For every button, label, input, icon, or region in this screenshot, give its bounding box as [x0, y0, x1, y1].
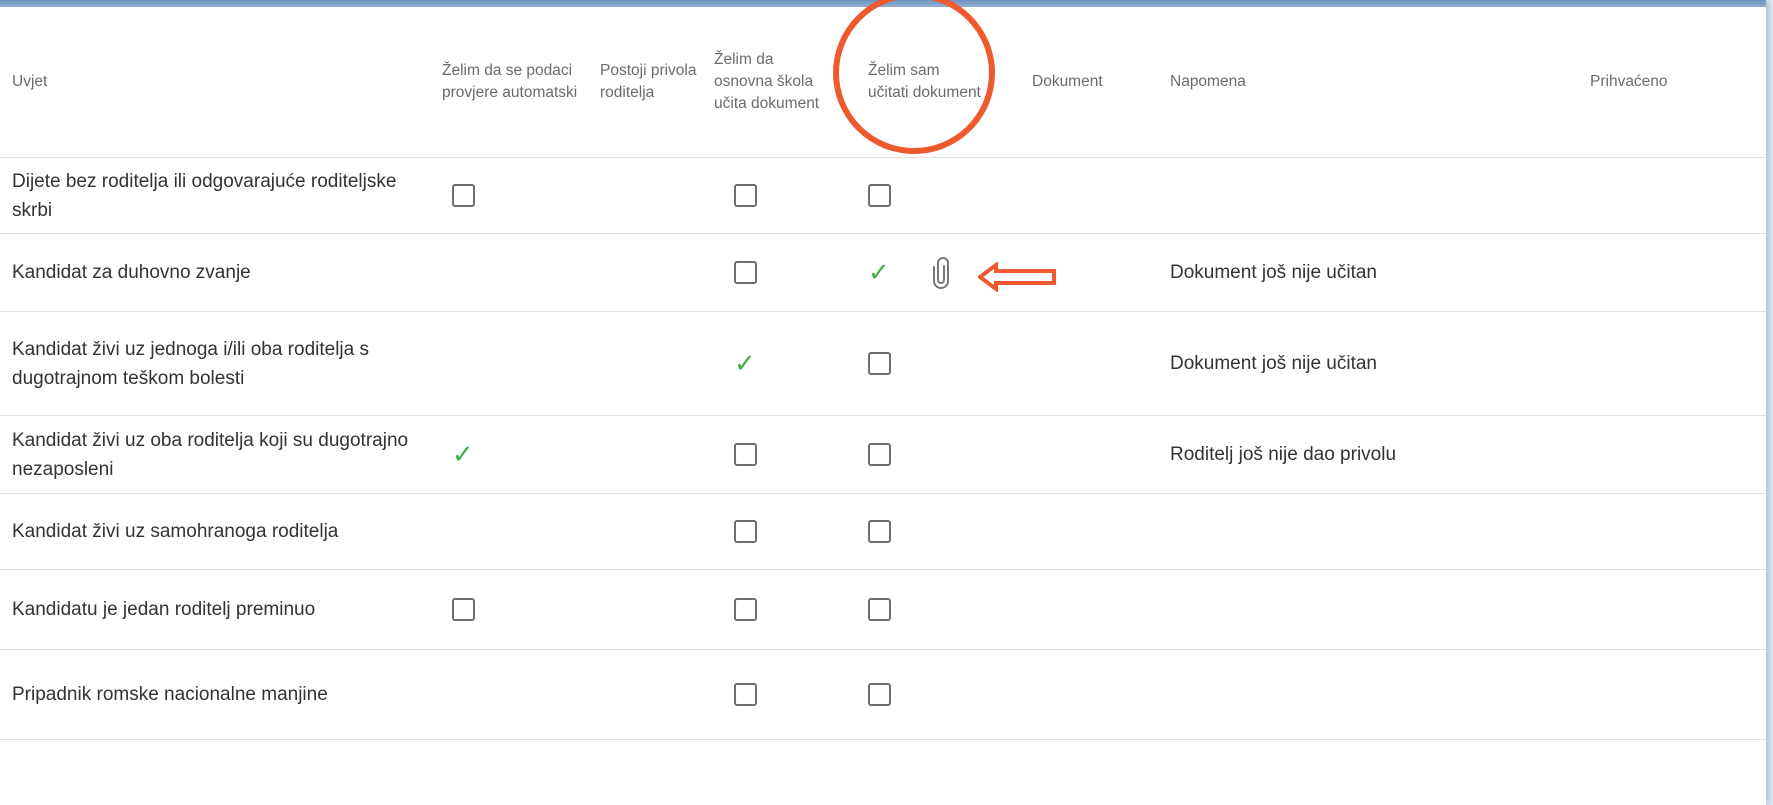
cell-document [996, 415, 1156, 494]
cell-self [846, 649, 996, 740]
cell-accepted [1426, 311, 1766, 416]
cell-accepted [1426, 649, 1766, 740]
cell-auto [438, 493, 600, 570]
condition-label: Kandidat živi uz oba roditelja koji su d… [0, 415, 438, 494]
cell-note [1156, 569, 1426, 650]
cell-document [996, 649, 1156, 740]
cell-consent [600, 569, 712, 650]
cell-note [1156, 493, 1426, 570]
condition-label: Pripadnik romske nacionalne manjine [0, 649, 438, 740]
checkbox-school[interactable] [734, 184, 757, 208]
note-text: Dokument još nije učitan [1170, 262, 1377, 283]
table-row: Kandidat za duhovno zvanje ✓ Dokument još … [0, 233, 1766, 312]
cell-consent [600, 493, 712, 570]
note-text: Dokument još nije učitan [1170, 353, 1377, 374]
cell-consent [600, 649, 712, 740]
cell-auto [438, 311, 600, 416]
cell-consent [600, 157, 712, 234]
cell-accepted [1426, 493, 1766, 570]
table-row: Pripadnik romske nacionalne manjine [0, 649, 1766, 740]
cell-school [712, 493, 846, 570]
cell-note: Dokument još nije učitan [1156, 311, 1426, 416]
col-header-school-upload: Želim da osnovna škola učita dokument [712, 7, 846, 158]
checkbox-school[interactable] [734, 598, 757, 622]
cell-self [846, 311, 996, 416]
checkbox-self[interactable] [868, 683, 891, 707]
cell-school [712, 157, 846, 234]
paperclip-icon[interactable] [932, 256, 950, 289]
note-text: Roditelj još nije dao privolu [1170, 444, 1397, 465]
checkbox-school[interactable] [734, 520, 757, 544]
col-header-condition: Uvjet [0, 7, 438, 158]
check-icon[interactable]: ✓ [734, 351, 756, 377]
col-header-document: Dokument [996, 7, 1156, 158]
cell-accepted [1426, 157, 1766, 234]
cell-note: Roditelj još nije dao privolu [1156, 415, 1426, 494]
checkbox-self[interactable] [868, 184, 891, 208]
panel-top-bar [0, 0, 1766, 7]
cell-self [846, 157, 996, 234]
cell-self [846, 415, 996, 494]
checkbox-self[interactable] [868, 520, 891, 544]
cell-document [996, 569, 1156, 650]
cell-school [712, 649, 846, 740]
cell-document [996, 493, 1156, 570]
check-icon[interactable]: ✓ [452, 442, 474, 468]
condition-label: Kandidat živi uz jednoga i/ili oba rodit… [0, 311, 438, 416]
cell-accepted [1426, 415, 1766, 494]
cell-school [712, 233, 846, 312]
table-header-row: Uvjet Želim da se podaci provjere automa… [0, 7, 1766, 158]
checkbox-self[interactable] [868, 352, 891, 376]
condition-label: Kandidatu je jedan roditelj preminuo [0, 569, 438, 650]
cell-school: ✓ [712, 311, 846, 416]
table-row: Kandidatu je jedan roditelj preminuo [0, 569, 1766, 650]
col-header-parent-consent: Postoji privola roditelja [600, 7, 712, 158]
cell-auto [438, 649, 600, 740]
condition-label: Kandidat živi uz samohranoga roditelja [0, 493, 438, 570]
cell-document [996, 233, 1156, 312]
cell-auto [438, 157, 600, 234]
table-row: Dijete bez roditelja ili odgovarajuće ro… [0, 157, 1766, 234]
cell-self: ✓ [846, 233, 996, 312]
condition-label: Dijete bez roditelja ili odgovarajuće ro… [0, 157, 438, 234]
cell-school [712, 569, 846, 650]
cell-auto [438, 569, 600, 650]
cell-auto [438, 233, 600, 312]
condition-label: Kandidat za duhovno zvanje [0, 233, 438, 312]
checked-wrap: ✓ [734, 351, 834, 377]
col-header-self-upload: Želim sam učitati dokument [846, 7, 996, 158]
checked-wrap: ✓ [452, 442, 588, 468]
cell-consent [600, 311, 712, 416]
table-row: Kandidat živi uz oba roditelja koji su d… [0, 415, 1766, 494]
checkbox-self[interactable] [868, 443, 891, 467]
checkbox-self[interactable] [868, 598, 891, 622]
checkbox-school[interactable] [734, 261, 757, 285]
checkbox-auto[interactable] [452, 184, 475, 208]
cell-note: Dokument još nije učitan [1156, 233, 1426, 312]
cell-consent [600, 233, 712, 312]
conditions-panel: Uvjet Želim da se podaci provjere automa… [0, 0, 1766, 805]
cell-self [846, 493, 996, 570]
cell-auto: ✓ [438, 415, 600, 494]
checked-wrap: ✓ [868, 256, 984, 289]
cell-self [846, 569, 996, 650]
cell-school [712, 415, 846, 494]
table-row: Kandidat živi uz jednoga i/ili oba rodit… [0, 311, 1766, 416]
checkbox-auto[interactable] [452, 598, 475, 622]
checkbox-school[interactable] [734, 443, 757, 467]
cell-accepted [1426, 233, 1766, 312]
col-header-auto-verify: Želim da se podaci provjere automatski [438, 7, 600, 158]
cell-note [1156, 157, 1426, 234]
check-icon[interactable]: ✓ [868, 260, 890, 286]
col-header-accepted: Prihvaćeno [1426, 7, 1766, 158]
cell-document [996, 157, 1156, 234]
conditions-table: Uvjet Želim da se podaci provjere automa… [0, 7, 1766, 740]
cell-document [996, 311, 1156, 416]
cell-note [1156, 649, 1426, 740]
checkbox-school[interactable] [734, 683, 757, 707]
table-row: Kandidat živi uz samohranoga roditelja [0, 493, 1766, 570]
cell-accepted [1426, 569, 1766, 650]
col-header-note: Napomena [1156, 7, 1426, 158]
cell-consent [600, 415, 712, 494]
